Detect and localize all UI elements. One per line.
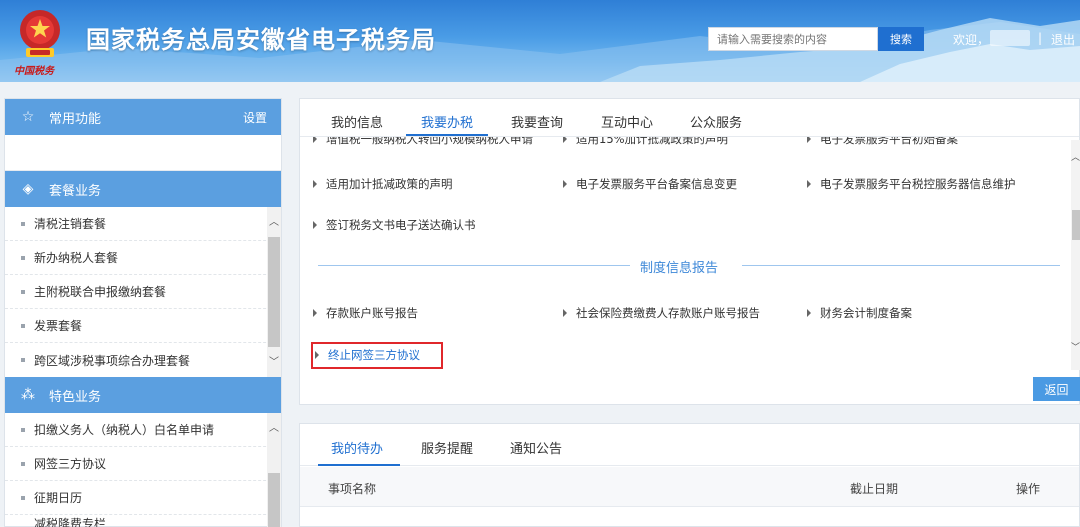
todo-panel: 我的待办 服务提醒 通知公告 事项名称 截止日期 操作 bbox=[299, 423, 1080, 527]
service-link[interactable]: 增值税一般纳税人转回小规模纳税人申请 bbox=[313, 137, 533, 147]
caret-right-icon bbox=[807, 137, 811, 143]
caret-right-icon bbox=[313, 137, 317, 143]
highlight-box bbox=[311, 342, 443, 369]
service-link[interactable]: 电子发票服务平台税控服务器信息维护 bbox=[807, 176, 1016, 192]
service-link[interactable]: 财务会计制度备案 bbox=[807, 305, 912, 321]
sidebar-package-header[interactable]: ◈ 套餐业务 bbox=[5, 171, 281, 207]
service-link[interactable]: 社会保险费缴费人存款账户账号报告 bbox=[563, 305, 760, 321]
tab-query[interactable]: 我要查询 bbox=[511, 112, 563, 131]
main-scrollbar[interactable]: ︿ ﹀ bbox=[1071, 140, 1080, 370]
column-header: 操作 bbox=[1016, 482, 1041, 496]
back-button[interactable]: 返回 bbox=[1033, 377, 1080, 401]
sidebar-special-label: 特色业务 bbox=[49, 389, 102, 405]
section-title: 制度信息报告 bbox=[640, 261, 719, 276]
logout-link[interactable]: 退出 bbox=[1051, 31, 1075, 48]
service-link[interactable]: 电子发票服务平台初始备案 bbox=[807, 137, 958, 147]
caret-right-icon bbox=[563, 180, 567, 188]
tab-interaction[interactable]: 互动中心 bbox=[601, 112, 653, 131]
column-header: 事项名称 bbox=[328, 482, 377, 496]
bullet-icon bbox=[21, 495, 25, 500]
sidebar-item[interactable]: 跨区域涉税事项综合办理套餐 bbox=[5, 343, 281, 377]
bullet-icon bbox=[21, 358, 25, 362]
main-tabs: 我的信息 我要办税 我要查询 互动中心 公众服务 bbox=[300, 99, 1079, 137]
sidebar-common-header[interactable]: ☆ 常用功能 设置 bbox=[5, 99, 281, 135]
service-link[interactable]: 适用15%加计抵减政策的声明 bbox=[563, 137, 728, 147]
package-list: 清税注销套餐 新办纳税人套餐 主附税联合申报缴纳套餐 发票套餐 跨区域涉税事项综… bbox=[5, 207, 281, 377]
tab-public-service[interactable]: 公众服务 bbox=[690, 112, 742, 131]
scrollbar-thumb[interactable] bbox=[268, 237, 280, 347]
todo-table-header: 事项名称 截止日期 操作 bbox=[300, 467, 1079, 507]
sidebar-common-label: 常用功能 bbox=[49, 111, 102, 127]
tab-handle-tax[interactable]: 我要办税 bbox=[421, 112, 473, 131]
special-list: 扣缴义务人（纳税人）白名单申请 网签三方协议 征期日历 减税降费专栏 ︿ bbox=[5, 413, 281, 527]
sidebar-package-label: 套餐业务 bbox=[49, 183, 102, 199]
bullet-icon bbox=[21, 461, 25, 466]
tab-my-info[interactable]: 我的信息 bbox=[331, 112, 383, 131]
sidebar-item[interactable]: 清税注销套餐 bbox=[5, 207, 281, 241]
sidebar-item[interactable]: 征期日历 bbox=[5, 481, 281, 515]
bullet-icon bbox=[21, 221, 25, 226]
grid-flower-icon: ⁂ bbox=[21, 387, 35, 403]
site-header: 中国税务 国家税务总局安徽省电子税务局 搜索 欢迎， | 退出 bbox=[0, 0, 1080, 82]
service-link[interactable]: 存款账户账号报告 bbox=[313, 305, 418, 321]
active-tab-indicator bbox=[318, 464, 400, 466]
chevron-down-icon[interactable]: ﹀ bbox=[1071, 340, 1080, 353]
tab-notice[interactable]: 通知公告 bbox=[510, 438, 562, 457]
tab-my-todo[interactable]: 我的待办 bbox=[331, 438, 383, 457]
sidebar-item[interactable]: 扣缴义务人（纳税人）白名单申请 bbox=[5, 413, 281, 447]
sidebar-special-header[interactable]: ⁂ 特色业务 bbox=[5, 377, 281, 413]
clipped-row: 增值税一般纳税人转回小规模纳税人申请 适用15%加计抵减政策的声明 电子发票服务… bbox=[300, 137, 1070, 147]
chevron-up-icon[interactable]: ︿ bbox=[267, 213, 281, 228]
tab-service-reminder[interactable]: 服务提醒 bbox=[421, 438, 473, 457]
section-divider-left bbox=[318, 265, 630, 266]
bullet-icon bbox=[21, 323, 25, 328]
common-functions-empty bbox=[5, 135, 281, 171]
layers-icon: ◈ bbox=[22, 181, 34, 197]
caret-right-icon bbox=[563, 309, 567, 317]
chevron-up-icon[interactable]: ︿ bbox=[267, 419, 281, 434]
scrollbar-thumb[interactable] bbox=[1072, 210, 1080, 240]
active-tab-indicator bbox=[406, 134, 488, 136]
sidebar-item[interactable]: 减税降费专栏 bbox=[5, 515, 281, 527]
site-title: 国家税务总局安徽省电子税务局 bbox=[86, 26, 436, 54]
user-name-redacted bbox=[990, 30, 1030, 46]
chevron-down-icon[interactable]: ﹀ bbox=[267, 353, 281, 368]
caret-right-icon bbox=[313, 180, 317, 188]
header-separator: | bbox=[1038, 31, 1043, 45]
package-scrollbar[interactable]: ︿ ﹀ bbox=[267, 207, 281, 377]
bullet-icon bbox=[21, 255, 25, 260]
sidebar-item[interactable]: 发票套餐 bbox=[5, 309, 281, 343]
search-input[interactable] bbox=[708, 27, 878, 51]
section-divider-right bbox=[742, 265, 1060, 266]
welcome-text: 欢迎， bbox=[953, 33, 990, 47]
caret-right-icon bbox=[313, 221, 317, 229]
star-outline-icon: ☆ bbox=[21, 109, 35, 125]
caret-right-icon bbox=[807, 309, 811, 317]
service-link[interactable]: 适用加计抵减政策的声明 bbox=[313, 176, 453, 192]
todo-tabs: 我的待办 服务提醒 通知公告 bbox=[300, 424, 1079, 466]
bullet-icon bbox=[21, 427, 25, 432]
settings-link[interactable]: 设置 bbox=[243, 109, 267, 126]
caret-right-icon bbox=[807, 180, 811, 188]
search-button[interactable]: 搜索 bbox=[878, 27, 924, 51]
special-scrollbar[interactable]: ︿ bbox=[267, 413, 281, 527]
service-link[interactable]: 签订税务文书电子送达确认书 bbox=[313, 217, 476, 233]
caret-right-icon bbox=[563, 137, 567, 143]
brand-signature: 中国税务 bbox=[14, 66, 54, 77]
bullet-icon bbox=[21, 289, 25, 294]
service-link[interactable]: 电子发票服务平台备案信息变更 bbox=[563, 176, 737, 192]
caret-right-icon bbox=[313, 309, 317, 317]
column-header: 截止日期 bbox=[850, 482, 899, 496]
sidebar-item[interactable]: 新办纳税人套餐 bbox=[5, 241, 281, 275]
sidebar-item[interactable]: 网签三方协议 bbox=[5, 447, 281, 481]
sidebar-item[interactable]: 主附税联合申报缴纳套餐 bbox=[5, 275, 281, 309]
scrollbar-thumb[interactable] bbox=[268, 473, 280, 527]
chevron-up-icon[interactable]: ︿ bbox=[1071, 150, 1080, 163]
sidebar: ☆ 常用功能 设置 ◈ 套餐业务 清税注销套餐 新办纳税人套餐 主附税联合申报缴… bbox=[4, 98, 282, 527]
tax-emblem-icon bbox=[20, 10, 60, 57]
